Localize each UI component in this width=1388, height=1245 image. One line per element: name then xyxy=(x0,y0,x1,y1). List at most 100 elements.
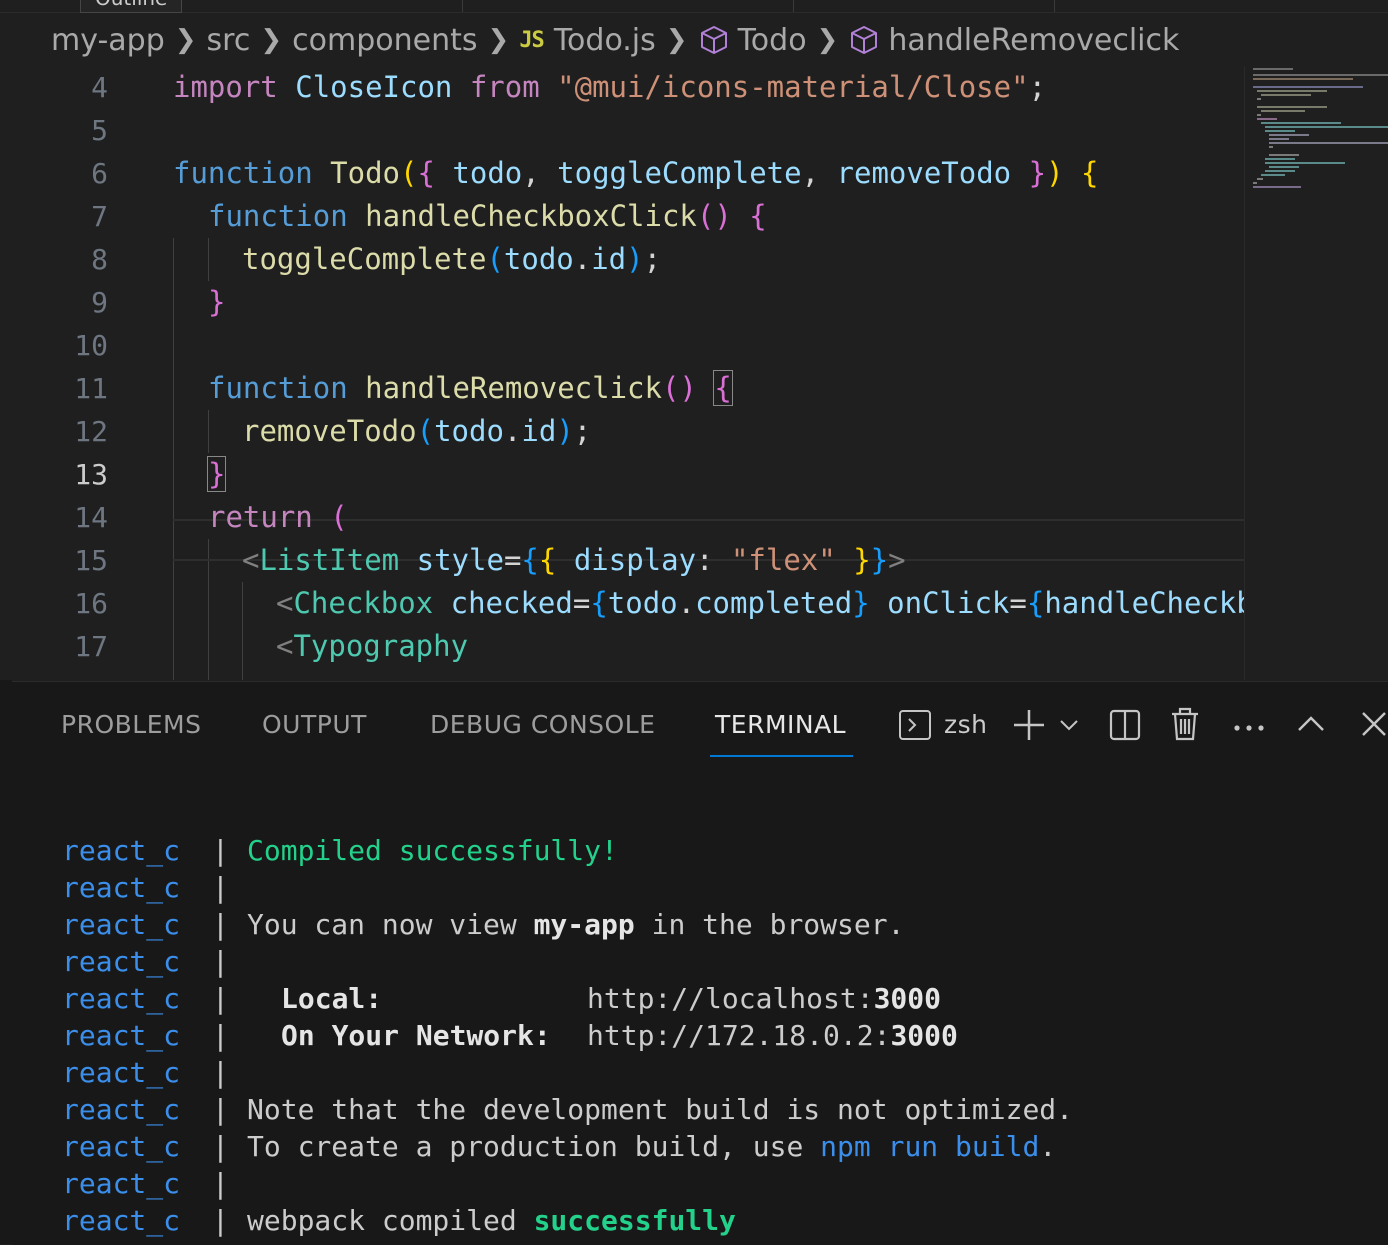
chevron-down-icon xyxy=(1060,720,1078,731)
container-prefix: react_c xyxy=(62,1130,181,1163)
code-line: 12 removeTodo(todo.id); xyxy=(0,410,1244,453)
outline-tooltip: Outline xyxy=(80,0,182,13)
breadcrumb-my-app[interactable]: my-app xyxy=(51,23,165,58)
separator: | xyxy=(212,1204,229,1237)
local-label: Local: xyxy=(281,982,383,1015)
chevron-right-icon: ❯ xyxy=(174,25,197,55)
tab-output[interactable]: OUTPUT xyxy=(262,710,367,739)
separator: | xyxy=(212,1019,229,1052)
chevron-right-icon: ❯ xyxy=(487,25,510,55)
container-prefix: react_c xyxy=(62,945,181,978)
tab-divider xyxy=(1054,0,1055,12)
minimap-line xyxy=(1261,110,1305,112)
split-terminal-button[interactable] xyxy=(1108,708,1142,746)
tab-problems[interactable]: PROBLEMS xyxy=(61,710,201,739)
code-line: 17 <Typography xyxy=(0,625,1244,668)
terminal-shell-selector[interactable] xyxy=(898,708,932,746)
plus-icon xyxy=(1014,710,1044,740)
code-line: 10 xyxy=(0,324,1244,367)
terminal-line: react_c | Compiled successfully! xyxy=(62,832,1073,869)
code-text: <Checkbox checked={todo.completed} onCli… xyxy=(276,586,1244,620)
tab-debug-console[interactable]: DEBUG CONSOLE xyxy=(430,710,655,739)
breadcrumb-src[interactable]: src xyxy=(207,23,251,58)
minimap-line xyxy=(1257,90,1327,92)
terminal-line: react_c | webpack compiled successfully xyxy=(62,1202,1073,1239)
minimap-line xyxy=(1253,86,1363,88)
breadcrumb-components[interactable]: components xyxy=(292,23,477,58)
line-number: 11 xyxy=(74,372,108,405)
terminal-line: react_c | You can now view my-app in the b… xyxy=(62,906,1073,943)
line-number: 10 xyxy=(74,329,108,362)
line-number: 14 xyxy=(74,501,108,534)
minimap-line xyxy=(1265,126,1388,128)
minimap-line xyxy=(1257,98,1261,100)
tab-divider xyxy=(793,0,794,12)
code-line: 13 } xyxy=(0,453,1244,496)
code-line: 15 <ListItem style={{ display: "flex" }}… xyxy=(0,539,1244,582)
minimap-line xyxy=(1265,130,1295,132)
terminal-profiles-dropdown[interactable] xyxy=(1058,714,1080,740)
breadcrumb-symbol-handleremoveclick[interactable]: handleRemoveclick xyxy=(888,23,1179,58)
terminal-output[interactable]: react_c | Compiled successfully! react_c | … xyxy=(62,832,1073,1239)
tab-terminal[interactable]: TERMINAL xyxy=(715,710,846,739)
panel-tabs: PROBLEMS OUTPUT DEBUG CONSOLE TERMINAL z… xyxy=(12,682,1388,768)
minimap-line xyxy=(1265,170,1295,172)
separator: | xyxy=(212,982,229,1015)
breadcrumb-file[interactable]: Todo.js xyxy=(554,23,656,58)
minimap-line xyxy=(1257,118,1277,120)
terminal-line: react_c | Local: http://localhost:3000 xyxy=(62,980,1073,1017)
container-prefix: react_c xyxy=(62,1167,181,1200)
code-editor[interactable]: 4 import CloseIcon from "@mui/icons-mate… xyxy=(0,66,1244,680)
separator: | xyxy=(212,1056,229,1089)
editor-tab-strip: Outline xyxy=(0,0,1388,13)
shell-name[interactable]: zsh xyxy=(944,710,988,739)
network-url[interactable]: http://172.18.0.2: xyxy=(587,1019,890,1052)
chevron-up-icon xyxy=(1298,716,1324,731)
bottom-panel: PROBLEMS OUTPUT DEBUG CONSOLE TERMINAL z… xyxy=(12,681,1388,1245)
local-port: 3000 xyxy=(873,982,942,1015)
minimap-line xyxy=(1253,186,1301,188)
javascript-file-icon: JS xyxy=(519,27,544,53)
code-line: 14 return ( xyxy=(0,496,1244,539)
terminal-icon xyxy=(899,710,931,740)
minimap-line xyxy=(1265,162,1345,164)
terminal-line: react_c | xyxy=(62,943,1073,980)
container-prefix: react_c xyxy=(62,982,181,1015)
separator: | xyxy=(212,1130,229,1163)
line-number: 9 xyxy=(91,286,108,319)
build-command: npm run build xyxy=(820,1130,1040,1163)
line-number-active: 13 xyxy=(74,458,108,491)
separator: | xyxy=(212,834,229,867)
minimap-line xyxy=(1257,178,1263,180)
minimap-line xyxy=(1269,134,1309,136)
minimap-line xyxy=(1257,106,1327,108)
new-terminal-button[interactable] xyxy=(1012,708,1046,746)
tab-divider xyxy=(462,0,463,12)
close-panel-button[interactable] xyxy=(1360,710,1388,742)
container-prefix: react_c xyxy=(62,834,181,867)
minimap[interactable] xyxy=(1244,66,1388,680)
minimap-line xyxy=(1269,146,1273,148)
breadcrumb: my-app ❯ src ❯ components ❯ JS Todo.js ❯… xyxy=(0,14,1388,66)
local-url[interactable]: http://localhost: xyxy=(587,982,874,1015)
line-number: 15 xyxy=(74,544,108,577)
terminal-line: react_c | On Your Network: http://172.18.0.… xyxy=(62,1017,1073,1054)
line-number: 7 xyxy=(91,200,108,233)
kill-terminal-button[interactable] xyxy=(1168,706,1202,746)
minimap-line xyxy=(1261,94,1311,96)
code-line: 6 function Todo({ todo, toggleComplete, … xyxy=(0,152,1244,195)
more-actions-button[interactable] xyxy=(1232,718,1266,737)
note-text: Note that the development build is not o… xyxy=(247,1093,1074,1126)
separator: | xyxy=(212,908,229,941)
minimap-line xyxy=(1253,68,1293,70)
line-number: 8 xyxy=(91,243,108,276)
breadcrumb-symbol-todo[interactable]: Todo xyxy=(738,23,807,58)
minimap-line xyxy=(1269,154,1299,156)
container-prefix: react_c xyxy=(62,1093,181,1126)
app-name: my-app xyxy=(533,908,635,941)
maximize-panel-button[interactable] xyxy=(1296,712,1326,740)
code-line: 9 } xyxy=(0,281,1244,324)
terminal-line: react_c | xyxy=(62,1054,1073,1091)
code-text: return ( xyxy=(208,500,348,534)
line-number: 4 xyxy=(91,71,108,104)
